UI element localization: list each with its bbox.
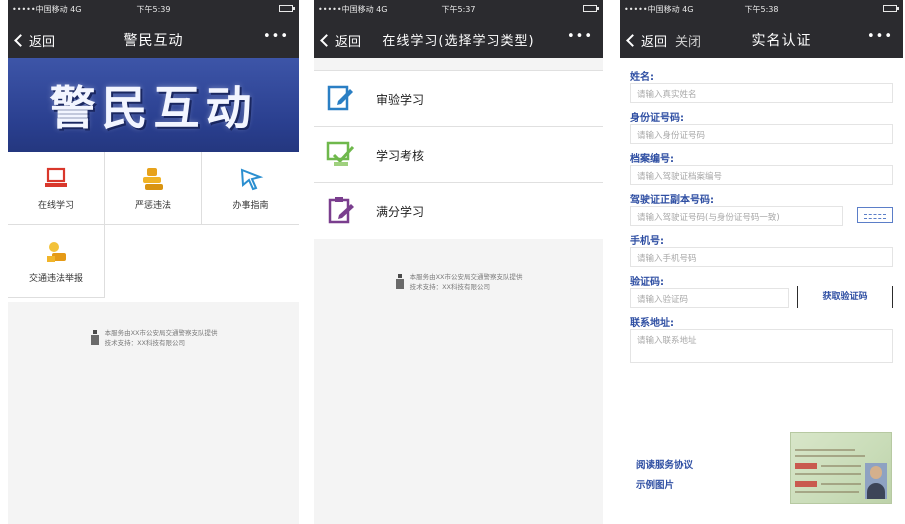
list-item-label: 满分学习 <box>376 205 425 219</box>
keyboard-icon[interactable] <box>857 207 893 223</box>
phone-label: 手机号: <box>630 236 664 247</box>
feature-grid: 在线学习 严惩违法 办事指南 交通违法举报 <box>8 152 299 302</box>
id-card-line <box>795 455 865 457</box>
id-card-sample-image[interactable] <box>790 432 892 504</box>
battery-icon <box>583 4 599 13</box>
footer-line-1: 本服务由XX市公安局交通警察支队提供 <box>104 329 218 337</box>
grid-item-label: 在线学习 <box>37 201 74 211</box>
chevron-left-icon <box>626 34 639 47</box>
nav-bar: 返回 关闭 实名认证 ••• <box>620 22 903 56</box>
code-label: 验证码: <box>630 277 664 288</box>
phone-screen-study: •••••中国移动 4G 下午5:37 返回 在线学习(选择学习类型) ••• … <box>314 0 603 524</box>
page-title: 在线学习(选择学习类型) <box>382 34 535 49</box>
police-emblem-icon <box>395 274 404 289</box>
grid-item-penalty[interactable]: 严惩违法 <box>105 152 202 225</box>
id-card-line <box>795 473 861 475</box>
name-label: 姓名: <box>630 72 654 83</box>
hero-banner: 警民互动 <box>8 58 299 152</box>
grid-item-report[interactable]: 交通违法举报 <box>8 225 105 298</box>
address-label: 联系地址: <box>630 318 674 329</box>
checklist-icon <box>326 141 355 166</box>
footer-line-2: 技术支持：XX科技有限公司 <box>104 339 185 347</box>
footer-credit: 本服务由XX市公安局交通警察支队提供 技术支持：XX科技有限公司 <box>8 328 299 348</box>
id-card-red-stamp <box>795 463 817 469</box>
footer-line-2: 技术支持：XX科技有限公司 <box>409 283 490 291</box>
id-number-field[interactable]: 请输入身份证号码 <box>630 124 893 144</box>
status-time: 下午5:37 <box>441 5 476 14</box>
battery-icon <box>279 4 295 13</box>
gold-stack-icon <box>143 168 163 190</box>
grid-item-label: 严惩违法 <box>134 201 171 211</box>
app-screenshots: •••••中国移动 4G 下午5:39 返回 警民互动 ••• 警民互动 在线学… <box>0 0 905 524</box>
agreement-link[interactable]: 阅读服务协议 <box>636 456 693 476</box>
license-number-label: 驾驶证正副本号码: <box>630 195 714 206</box>
more-menu-button[interactable]: ••• <box>263 29 289 44</box>
id-card-line <box>821 465 861 467</box>
license-number-field[interactable]: 请输入驾驶证号码(与身份证号码一致) <box>630 206 843 226</box>
footer-line-1: 本服务由XX市公安局交通警察支队提供 <box>409 273 523 281</box>
status-time: 下午5:39 <box>136 5 171 14</box>
status-time: 下午5:38 <box>744 5 779 14</box>
id-card-line <box>821 483 861 485</box>
page-title: 警民互动 <box>123 33 184 49</box>
list-item-review-study[interactable]: 审验学习 <box>314 71 603 127</box>
grid-item-guide[interactable]: 办事指南 <box>202 152 299 225</box>
top-bar: •••••中国移动 4G 下午5:39 返回 警民互动 ••• <box>8 0 299 58</box>
id-card-line <box>795 491 859 493</box>
status-bar: •••••中国移动 4G 下午5:38 <box>620 0 903 18</box>
clipboard-pen-icon <box>328 197 354 224</box>
name-field[interactable]: 请输入真实姓名 <box>630 83 893 103</box>
document-edit-icon <box>327 85 353 111</box>
battery-icon <box>883 4 899 13</box>
grid-item-online-study[interactable]: 在线学习 <box>8 152 105 225</box>
top-bar: •••••中国移动 4G 下午5:37 返回 在线学习(选择学习类型) ••• <box>314 0 603 58</box>
study-type-list: 审验学习 学习考核 满分学习 <box>314 70 603 239</box>
verification-form: 姓名: 请输入真实姓名 身份证号码: 请输入身份证号码 档案编号: 请输入驾驶证… <box>620 62 903 363</box>
id-card-line <box>795 449 855 451</box>
verification-code-field[interactable]: 请输入验证码 <box>630 288 789 308</box>
phone-screen-home: •••••中国移动 4G 下午5:39 返回 警民互动 ••• 警民互动 在线学… <box>8 0 299 524</box>
nav-bar: 返回 在线学习(选择学习类型) ••• <box>314 22 603 56</box>
footer-links: 阅读服务协议 示例图片 <box>636 456 693 496</box>
top-bar: •••••中国移动 4G 下午5:38 返回 关闭 实名认证 ••• <box>620 0 903 58</box>
status-bar: •••••中国移动 4G 下午5:39 <box>8 0 299 18</box>
list-item-full-score-study[interactable]: 满分学习 <box>314 183 603 239</box>
id-card-photo <box>865 463 887 499</box>
grid-item-label: 交通违法举报 <box>28 274 83 284</box>
grid-item-label: 办事指南 <box>232 201 269 211</box>
id-card-header <box>795 437 887 447</box>
more-menu-button[interactable]: ••• <box>867 29 893 44</box>
id-number-label: 身份证号码: <box>630 113 684 124</box>
phone-screen-verification: •••••中国移动 4G 下午5:38 返回 关闭 实名认证 ••• 姓名: 请输… <box>620 0 903 524</box>
list-item-label: 学习考核 <box>376 149 425 163</box>
phone-field[interactable]: 请输入手机号码 <box>630 247 893 267</box>
status-bar: •••••中国移动 4G 下午5:37 <box>314 0 603 18</box>
list-item-label: 审验学习 <box>376 93 425 107</box>
list-item-study-exam[interactable]: 学习考核 <box>314 127 603 183</box>
nav-bar: 返回 警民互动 ••• <box>8 22 299 56</box>
address-field[interactable]: 请输入联系地址 <box>630 329 893 363</box>
report-icon <box>47 242 66 262</box>
more-menu-button[interactable]: ••• <box>567 29 593 44</box>
footer-credit: 本服务由XX市公安局交通警察支队提供 技术支持：XX科技有限公司 <box>314 272 603 292</box>
banner-title: 警民互动 <box>49 81 258 135</box>
cursor-icon <box>240 168 263 191</box>
get-code-button[interactable]: 获取验证码 <box>797 286 893 308</box>
sample-image-link[interactable]: 示例图片 <box>636 476 693 496</box>
police-emblem-icon <box>90 330 99 345</box>
id-card-red-stamp <box>795 481 817 487</box>
laptop-icon <box>45 167 67 187</box>
license-file-label: 档案编号: <box>630 154 674 165</box>
license-file-field[interactable]: 请输入驾驶证档案编号 <box>630 165 893 185</box>
